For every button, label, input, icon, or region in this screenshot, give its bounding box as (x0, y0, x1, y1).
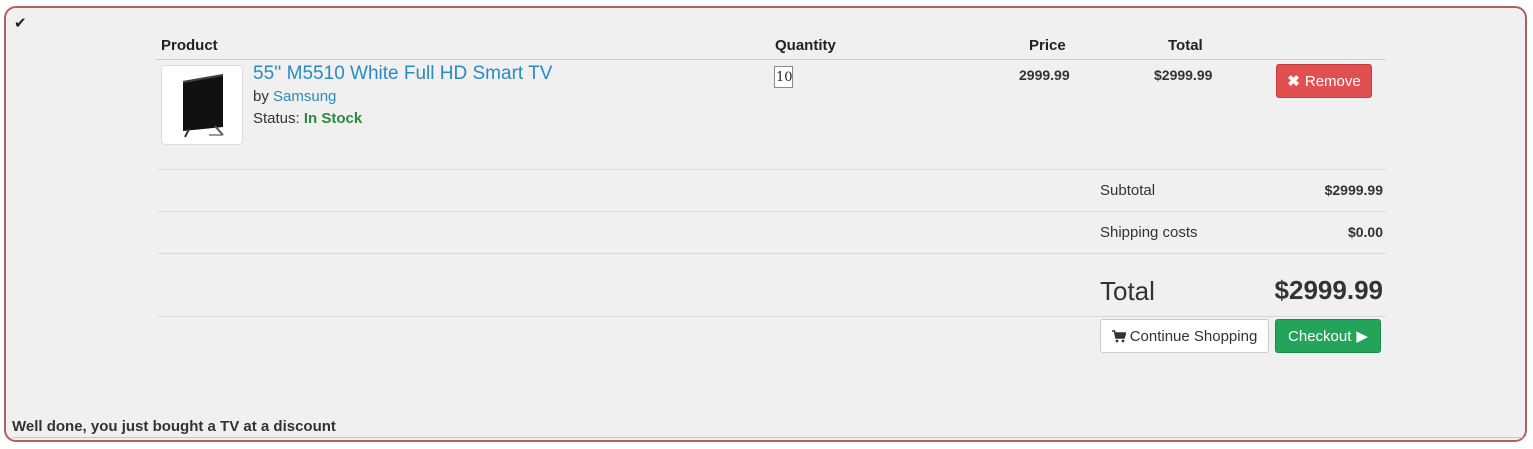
footer-divider (12, 437, 1523, 438)
subtotal-label: Subtotal (1100, 182, 1156, 199)
by-label: by (253, 88, 269, 105)
play-icon: ▶ (1356, 328, 1368, 345)
subtotal-value: $2999.99 (1324, 182, 1383, 198)
shipping-label: Shipping costs (1100, 224, 1198, 241)
quantity-input[interactable] (774, 66, 793, 88)
shopping-cart-icon (1111, 329, 1126, 342)
product-brand-line: by Samsung (253, 88, 336, 105)
tv-thumbnail-icon (183, 74, 224, 138)
subtotal-divider (158, 211, 1386, 212)
product-thumbnail[interactable] (161, 65, 243, 145)
brand-link[interactable]: Samsung (273, 88, 336, 105)
continue-shopping-button[interactable]: Continue Shopping (1100, 319, 1269, 353)
total-label: Total (1100, 276, 1155, 306)
remove-label: Remove (1304, 72, 1361, 90)
item-line-total: $2999.99 (1154, 67, 1213, 83)
status-label: Status: (253, 110, 300, 127)
remove-button[interactable]: ✖ Remove (1276, 64, 1372, 98)
total-divider (158, 316, 1386, 317)
product-status-line: Status: In Stock (253, 110, 362, 127)
times-icon: ✖ (1287, 73, 1300, 90)
checkmark-icon: ✔ (14, 15, 27, 32)
shipping-divider (158, 253, 1386, 254)
total-value: $2999.99 (1274, 275, 1383, 305)
header-divider (156, 59, 1386, 60)
shipping-value: $0.00 (1347, 224, 1383, 240)
stock-status-badge: In Stock (303, 110, 363, 127)
header-total: Total (1168, 37, 1203, 54)
header-product: Product (161, 37, 218, 54)
result-panel: ✔ Product Quantity Price Total 55'' M551… (4, 6, 1527, 442)
product-name-link[interactable]: 55'' M5510 White Full HD Smart TV (253, 63, 552, 85)
row-divider (158, 169, 1386, 170)
checkout-button[interactable]: Checkout ▶ (1275, 319, 1381, 353)
checkout-label: Checkout (1288, 327, 1352, 345)
item-price: 2999.99 (1019, 67, 1070, 83)
success-message: Well done, you just bought a TV at a dis… (12, 418, 336, 435)
header-quantity: Quantity (775, 37, 836, 54)
header-price: Price (1029, 37, 1066, 54)
continue-shopping-label: Continue Shopping (1129, 327, 1258, 345)
